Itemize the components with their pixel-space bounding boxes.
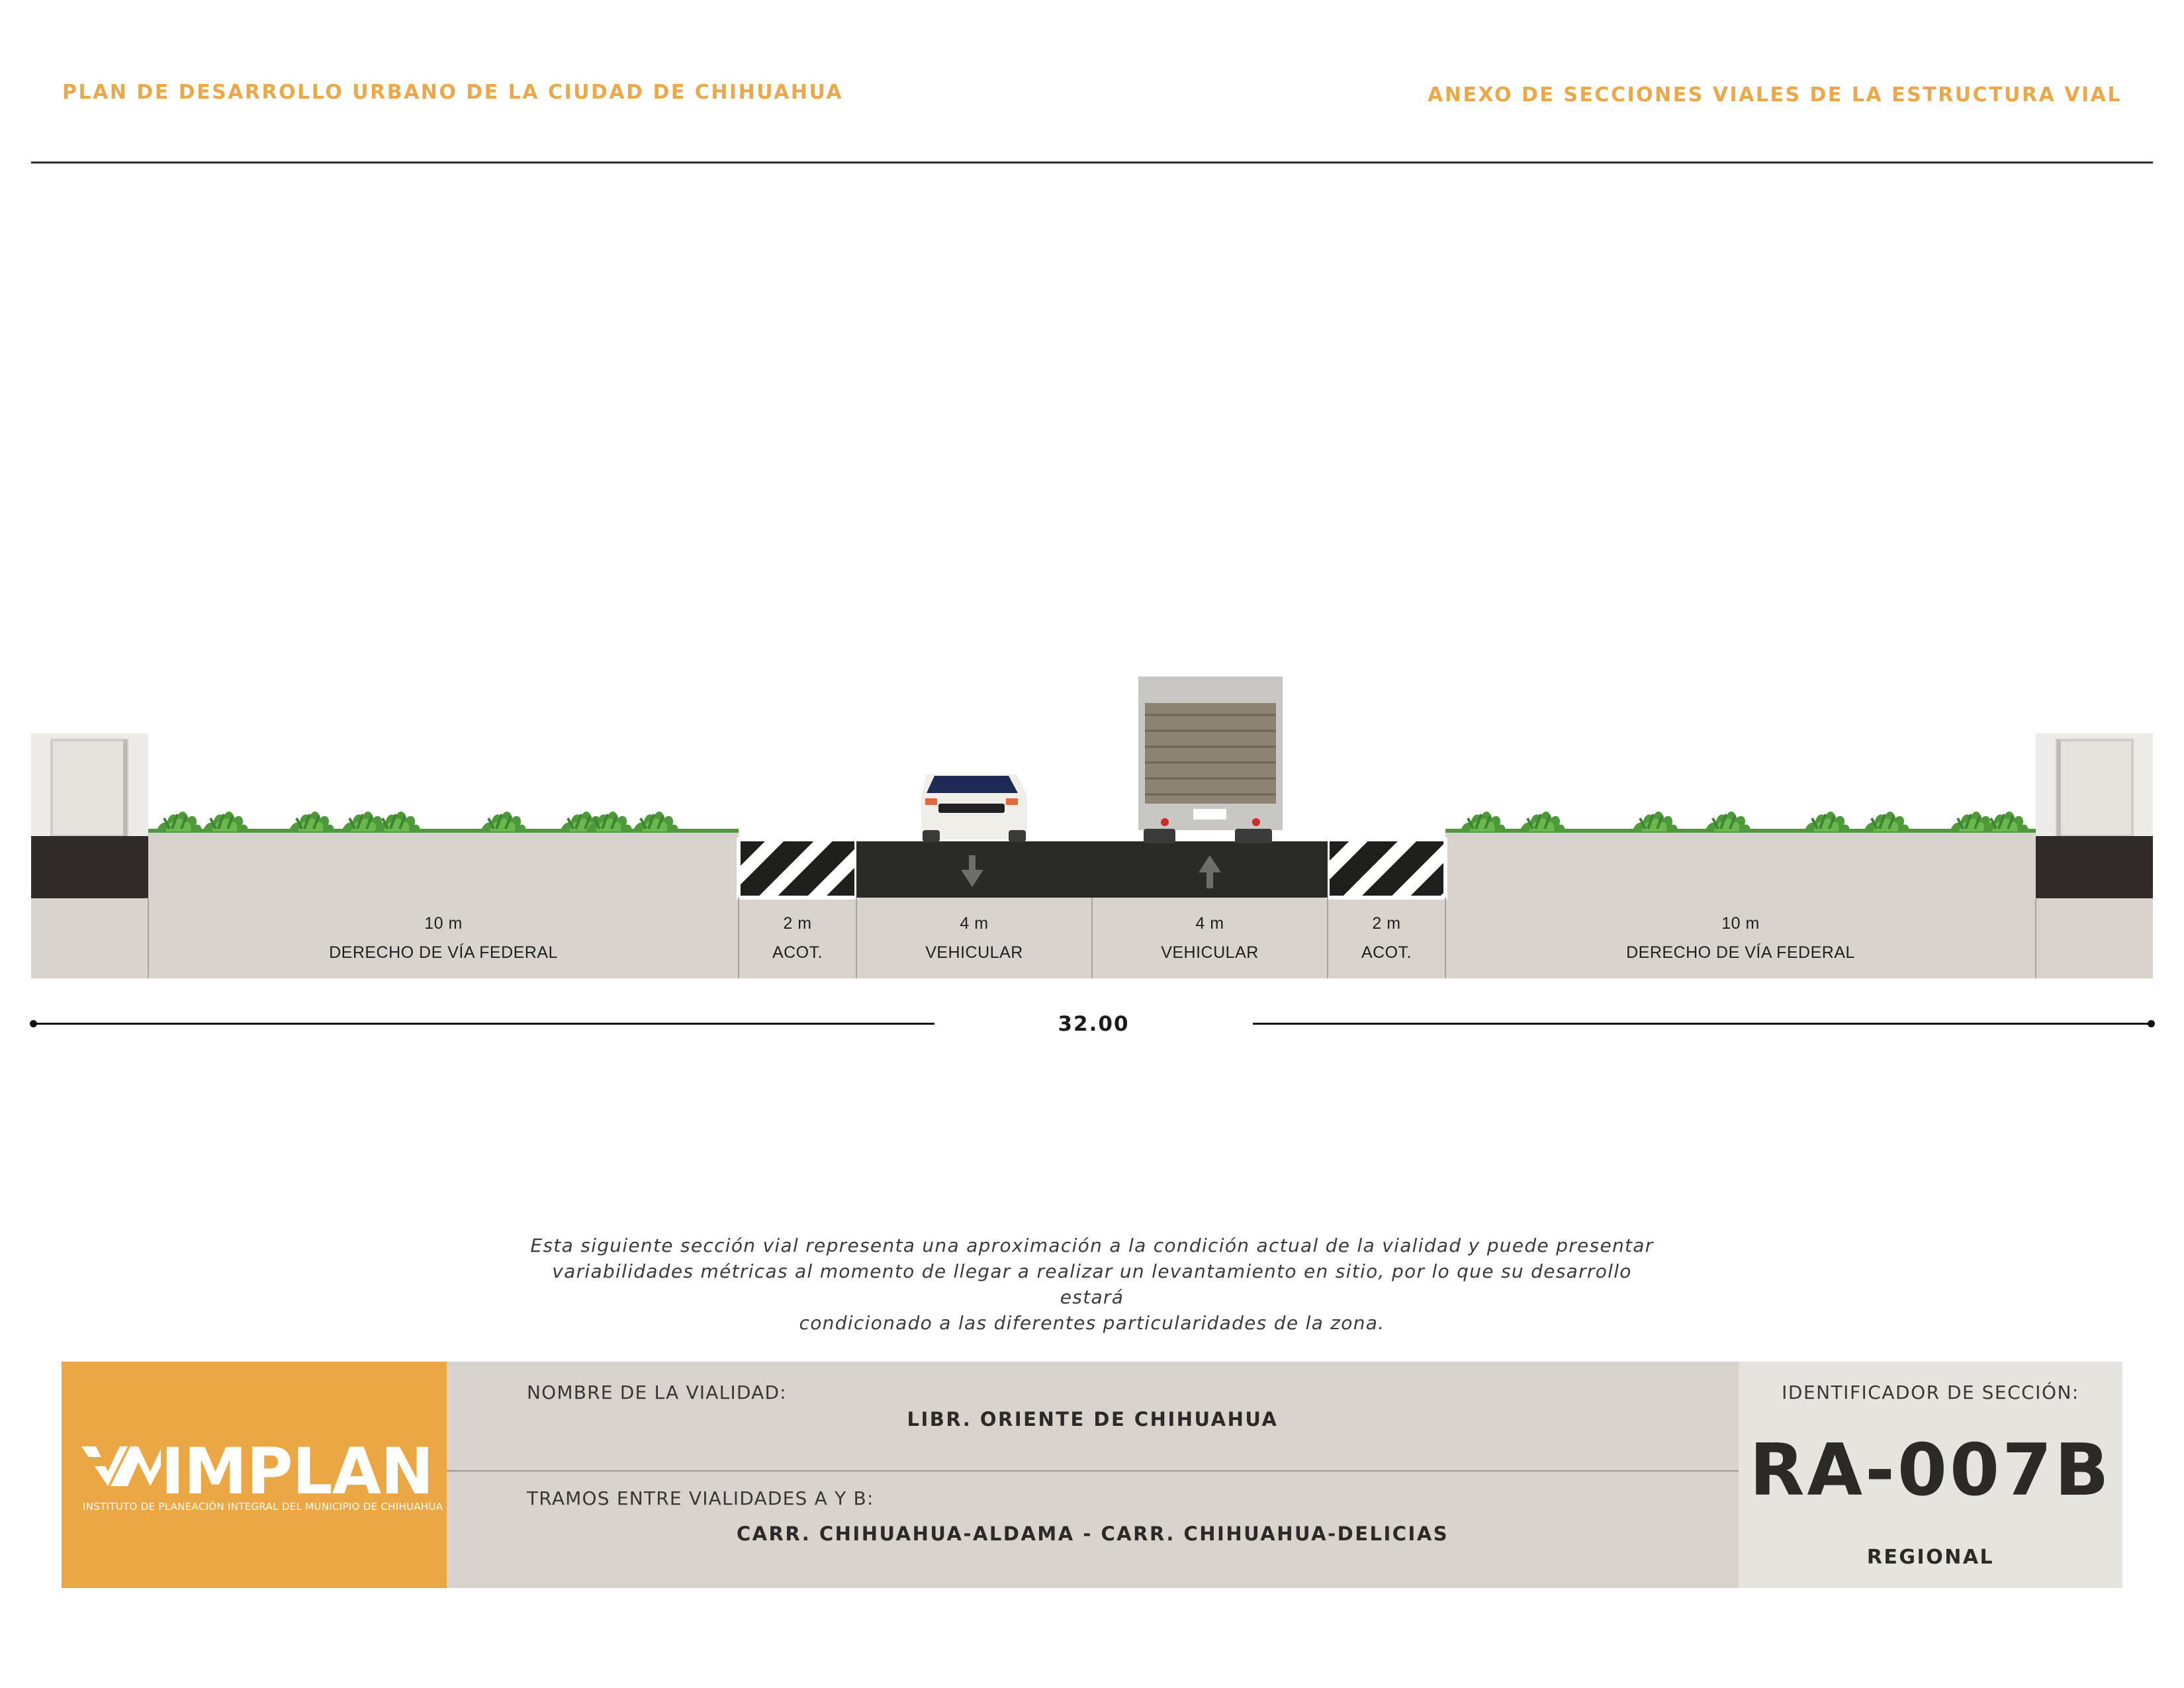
segment-1-name: DERECHO DE VÍA FEDERAL [329, 943, 558, 962]
total-width-label: 32.00 [1058, 1012, 1130, 1036]
dimension-endpoint-right [2148, 1020, 2155, 1027]
left-curb [31, 836, 148, 898]
right-curb [2036, 836, 2153, 898]
road-info-panel: NOMBRE DE LA VIALIDAD: LIBR. ORIENTE DE … [447, 1362, 1739, 1588]
right-vegetation [1459, 810, 2030, 833]
segment-4-name: VEHICULAR [1161, 943, 1259, 962]
tramos-value: CARR. CHIHUAHUA-ALDAMA - CARR. CHIHUAHUA… [736, 1523, 1449, 1545]
implan-logo-subtitle: INSTITUTO DE PLANEACIÓN INTEGRAL DEL MUN… [83, 1501, 443, 1513]
dimension-line-left [33, 1023, 934, 1025]
implan-logo-name: IMPLAN [161, 1434, 433, 1509]
note-line-3: condicionado a las diferentes particular… [799, 1312, 1385, 1334]
left-shoulder [737, 837, 858, 900]
left-vegetation [155, 810, 680, 833]
section-id-label: IDENTIFICADOR DE SECCIÓN: [1782, 1382, 2079, 1403]
dimension-line-right [1253, 1023, 2153, 1025]
note-line-2: variabilidades métricas al momento de ll… [552, 1260, 1632, 1308]
section-id-panel: IDENTIFICADOR DE SECCIÓN: RA-007B REGION… [1739, 1362, 2122, 1588]
header-left-title: PLAN DE DESARROLLO URBANO DE LA CIUDAD D… [62, 81, 844, 104]
road-name-value: LIBR. ORIENTE DE CHIHUAHUA [907, 1408, 1279, 1430]
right-building-jamb [2057, 740, 2061, 836]
right-building-door [2056, 739, 2134, 837]
left-building-jamb [123, 740, 127, 836]
left-building-door [50, 739, 128, 837]
segment-2-name: ACOT. [772, 943, 823, 962]
truck-icon [1138, 677, 1283, 843]
segment-6-width: 10 m [1721, 914, 1760, 933]
segment-1-width: 10 m [424, 914, 463, 933]
section-type: REGIONAL [1866, 1546, 1995, 1569]
segment-5-width: 2 m [1372, 914, 1400, 933]
segment-6-name: DERECHO DE VÍA FEDERAL [1626, 943, 1855, 962]
segment-5-name: ACOT. [1361, 943, 1412, 962]
info-divider [447, 1470, 1739, 1472]
right-shoulder [1326, 837, 1447, 900]
title-block: IMPLAN INSTITUTO DE PLANEACIÓN INTEGRAL … [62, 1362, 2122, 1588]
header-divider [31, 162, 2153, 164]
road-cross-section: 10 m DERECHO DE VÍA FEDERAL 2 m ACOT. 4 … [31, 677, 2153, 978]
disclaimer-note: Esta siguiente sección vial representa u… [529, 1233, 1655, 1336]
header-right-title: ANEXO DE SECCIONES VIALES DE LA ESTRUCTU… [1428, 83, 2122, 107]
note-line-1: Esta siguiente sección vial representa u… [530, 1235, 1654, 1256]
implan-logo: IMPLAN INSTITUTO DE PLANEACIÓN INTEGRAL … [62, 1362, 447, 1588]
lane-pavement [856, 841, 1328, 898]
segment-3-width: 4 m [960, 914, 988, 933]
segment-3-name: VEHICULAR [925, 943, 1023, 962]
segment-2-width: 2 m [783, 914, 811, 933]
road-name-label: NOMBRE DE LA VIALIDAD: [527, 1382, 787, 1403]
tramos-label: TRAMOS ENTRE VIALIDADES A Y B: [527, 1487, 874, 1509]
implan-logo-mark-icon [81, 1446, 161, 1486]
section-id-code: RA-007B [1749, 1429, 2112, 1512]
segment-4-width: 4 m [1195, 914, 1224, 933]
car-icon [921, 774, 1027, 842]
